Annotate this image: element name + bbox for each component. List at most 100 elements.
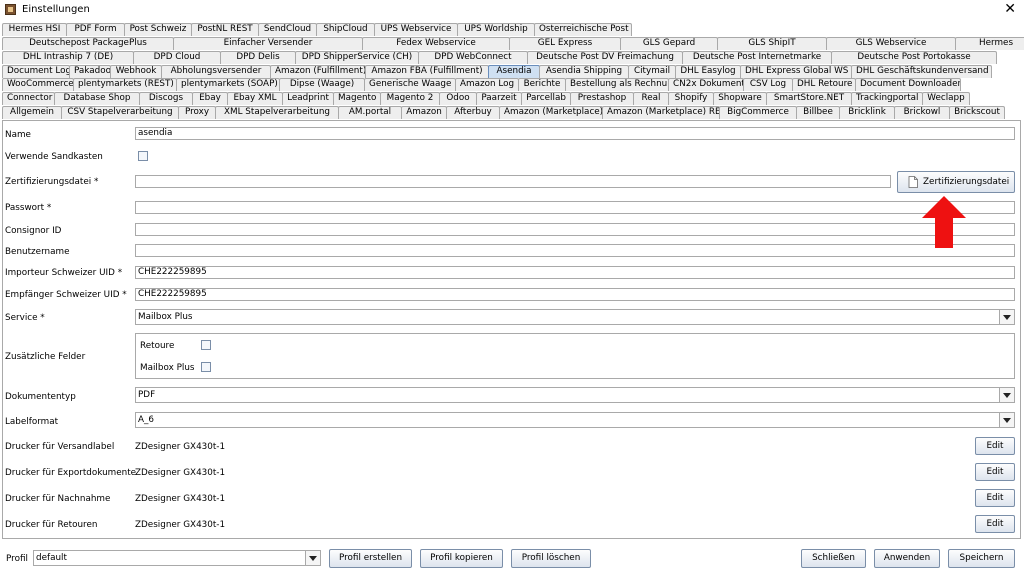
tab-odoo[interactable]: Odoo — [439, 92, 477, 105]
tab-pakadoo[interactable]: Pakadoo — [69, 65, 111, 78]
tab-ups-worldship[interactable]: UPS Worldship — [457, 23, 535, 36]
chevron-down-icon[interactable] — [999, 310, 1014, 324]
tab-webhook[interactable]: Webhook — [110, 65, 162, 78]
tab-ups-webservice[interactable]: UPS Webservice — [374, 23, 458, 36]
delete-profile-button[interactable]: Profil löschen — [511, 549, 591, 568]
tab-generische-waage[interactable]: Generische Waage — [364, 78, 456, 91]
printer-returns-edit-button[interactable]: Edit — [975, 515, 1015, 533]
tab-amazon-marketplace-rest[interactable]: Amazon (Marketplace) REST — [602, 106, 720, 119]
tab-leadprint[interactable]: Leadprint — [282, 92, 334, 105]
tab-shipcloud[interactable]: ShipCloud — [316, 23, 375, 36]
tab-bestellung-als-rechnung[interactable]: Bestellung als Rechnung — [565, 78, 669, 91]
tab-gls-shipit[interactable]: GLS ShipIT — [717, 37, 827, 50]
chevron-down-icon[interactable] — [999, 413, 1014, 427]
tab-woocommerce[interactable]: WooCommerce — [2, 78, 74, 91]
profile-select[interactable]: default — [33, 550, 321, 566]
tab-deutsche-post-dv-freimachung[interactable]: Deutsche Post DV Freimachung — [527, 51, 683, 64]
tab-ebay[interactable]: Ebay — [192, 92, 228, 105]
save-button[interactable]: Speichern — [948, 549, 1015, 568]
tab-fedex-webservice[interactable]: Fedex Webservice — [362, 37, 510, 50]
retoure-checkbox[interactable] — [201, 340, 211, 350]
tab-dhl-geschäftskundenversand[interactable]: DHL Geschäftskundenversand — [851, 65, 992, 78]
tab-connector[interactable]: Connector — [2, 92, 55, 105]
tab-asendia-shipping[interactable]: Asendia Shipping — [539, 65, 629, 78]
tab-asendia[interactable]: Asendia — [488, 65, 540, 78]
tab-gls-webservice[interactable]: GLS Webservice — [826, 37, 956, 50]
close-button[interactable]: Schließen — [801, 549, 866, 568]
close-icon[interactable]: ✕ — [1004, 1, 1016, 17]
tab-database-shop[interactable]: Database Shop — [54, 92, 140, 105]
sandbox-checkbox[interactable] — [138, 151, 148, 161]
tab-plentymarkets-soap[interactable]: plentymarkets (SOAP) — [176, 78, 280, 91]
service-select[interactable]: Mailbox Plus — [135, 309, 1015, 325]
tab-prestashop[interactable]: Prestashop — [570, 92, 634, 105]
tab-plentymarkets-rest[interactable]: plentymarkets (REST) — [73, 78, 177, 91]
tab-document-downloader[interactable]: Document Downloader — [855, 78, 961, 91]
tab-dhl-express-global-ws[interactable]: DHL Express Global WS — [740, 65, 852, 78]
tab-abholungsversender[interactable]: Abholungsversender — [161, 65, 271, 78]
tab-dpd-cloud[interactable]: DPD Cloud — [133, 51, 221, 64]
mailbox-plus-checkbox[interactable] — [201, 362, 211, 372]
tab-billbee[interactable]: Billbee — [796, 106, 840, 119]
receiver-uid-input[interactable]: CHE222259895 — [135, 288, 1015, 301]
printer-export-edit-button[interactable]: Edit — [975, 463, 1015, 481]
password-input[interactable] — [135, 201, 1015, 214]
tab-magento[interactable]: Magento — [333, 92, 381, 105]
cert-button[interactable]: Zertifizierungsdatei — [897, 171, 1015, 193]
tab-einfacher-versender[interactable]: Einfacher Versender — [173, 37, 363, 50]
doctype-select[interactable]: PDF — [135, 387, 1015, 403]
tab-brickscout[interactable]: Brickscout — [949, 106, 1005, 119]
tab-bricklink[interactable]: Bricklink — [839, 106, 895, 119]
importer-uid-input[interactable]: CHE222259895 — [135, 266, 1015, 279]
tab-document-log[interactable]: Document Log — [2, 65, 70, 78]
tab-allgemein[interactable]: Allgemein — [2, 106, 62, 119]
username-input[interactable] — [135, 244, 1015, 257]
tab-hermes-hsi[interactable]: Hermes HSI — [2, 23, 67, 36]
consignor-input[interactable] — [135, 223, 1015, 236]
tab-deutschepost-packageplus[interactable]: Deutschepost PackagePlus — [2, 37, 174, 50]
tab-gls-gepard[interactable]: GLS Gepard — [620, 37, 718, 50]
create-profile-button[interactable]: Profil erstellen — [329, 549, 412, 568]
tab-xml-stapelverarbeitung[interactable]: XML Stapelverarbeitung — [215, 106, 339, 119]
tab-berichte[interactable]: Berichte — [518, 78, 566, 91]
tab-dipse-waage[interactable]: Dipse (Waage) — [279, 78, 365, 91]
name-input[interactable]: asendia — [135, 127, 1015, 140]
tab-real[interactable]: Real — [633, 92, 669, 105]
tab-österreichische-post[interactable]: Österreichische Post — [534, 23, 632, 36]
tab-discogs[interactable]: Discogs — [139, 92, 193, 105]
tab-amazon-log[interactable]: Amazon Log — [455, 78, 519, 91]
tab-amazon[interactable]: Amazon — [401, 106, 447, 119]
cert-input[interactable] — [135, 175, 891, 188]
apply-button[interactable]: Anwenden — [874, 549, 940, 568]
tab-dhl-easylog[interactable]: DHL Easylog — [675, 65, 741, 78]
tab-dpd-shipperservice-ch[interactable]: DPD ShipperService (CH) — [295, 51, 419, 64]
tab-shopware[interactable]: Shopware — [713, 92, 767, 105]
tab-hermes[interactable]: Hermes — [955, 37, 1024, 50]
tab-weclapp[interactable]: Weclapp — [922, 92, 970, 105]
tab-csv-log[interactable]: CSV Log — [743, 78, 793, 91]
tab-deutsche-post-internetmarke[interactable]: Deutsche Post Internetmarke — [682, 51, 832, 64]
chevron-down-icon[interactable] — [305, 551, 320, 565]
tab-dpd-delis[interactable]: DPD Delis — [220, 51, 296, 64]
copy-profile-button[interactable]: Profil kopieren — [420, 549, 503, 568]
tab-bigcommerce[interactable]: BigCommerce — [719, 106, 797, 119]
tab-cn2x-dokument[interactable]: CN2x Dokument — [668, 78, 744, 91]
tab-brickowl[interactable]: Brickowl — [894, 106, 950, 119]
tab-amazon-fulfillment[interactable]: Amazon (Fulfillment) — [270, 65, 366, 78]
labelformat-select[interactable]: A_6 — [135, 412, 1015, 428]
tab-ebay-xml[interactable]: Ebay XML — [227, 92, 283, 105]
tab-amazon-marketplace[interactable]: Amazon (Marketplace) — [499, 106, 603, 119]
tab-trackingportal[interactable]: Trackingportal — [851, 92, 923, 105]
tab-proxy[interactable]: Proxy — [178, 106, 216, 119]
tab-dhl-intraship-7-de[interactable]: DHL Intraship 7 (DE) — [2, 51, 134, 64]
tab-citymail[interactable]: Citymail — [628, 65, 676, 78]
tab-csv-stapelverarbeitung[interactable]: CSV Stapelverarbeitung — [61, 106, 179, 119]
tab-post-schweiz[interactable]: Post Schweiz — [124, 23, 192, 36]
tab-paarzeit[interactable]: Paarzeit — [476, 92, 522, 105]
tab-deutsche-post-portokasse[interactable]: Deutsche Post Portokasse — [831, 51, 997, 64]
tab-pdf-form[interactable]: PDF Form — [66, 23, 125, 36]
tab-gel-express[interactable]: GEL Express — [509, 37, 621, 50]
tab-parcellab[interactable]: Parcellab — [521, 92, 571, 105]
printer-cod-edit-button[interactable]: Edit — [975, 489, 1015, 507]
tab-smartstore-net[interactable]: SmartStore.NET — [766, 92, 852, 105]
